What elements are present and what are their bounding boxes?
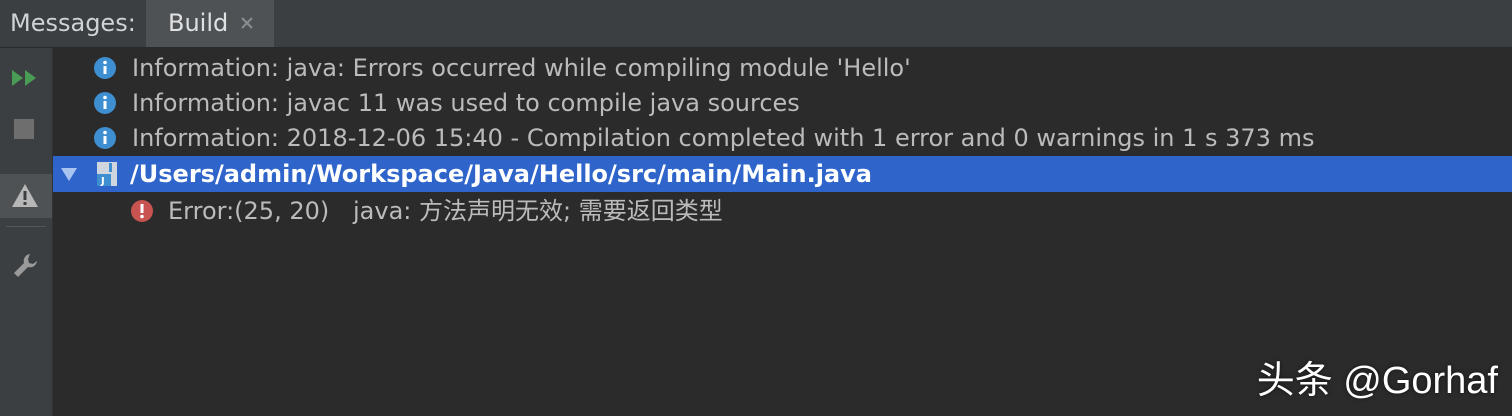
file-node-row[interactable]: J /Users/admin/Workspace/Java/Hello/src/… bbox=[53, 156, 1512, 192]
info-icon bbox=[94, 127, 116, 149]
stop-icon bbox=[14, 119, 34, 139]
file-path: /Users/admin/Workspace/Java/Hello/src/ma… bbox=[130, 160, 872, 188]
tab-build-label: Build bbox=[168, 9, 229, 37]
toolbar-separator bbox=[6, 226, 46, 227]
info-message-text: Information: java: Errors occurred while… bbox=[132, 54, 911, 82]
tool-window-header: Messages: Build bbox=[0, 0, 1512, 48]
wrench-icon bbox=[14, 254, 37, 277]
info-icon bbox=[94, 92, 116, 114]
rerun-icon bbox=[12, 70, 36, 86]
error-message-row[interactable]: Error:(25, 20) java: 方法声明无效; 需要返回类型 bbox=[53, 193, 1512, 229]
info-message-row[interactable]: Information: javac 11 was used to compil… bbox=[53, 85, 1512, 121]
expand-arrow-icon[interactable] bbox=[61, 168, 77, 182]
close-icon[interactable] bbox=[236, 12, 258, 34]
info-message-row[interactable]: Information: java: Errors occurred while… bbox=[53, 50, 1512, 86]
info-message-text: Information: javac 11 was used to compil… bbox=[132, 89, 800, 117]
tab-build[interactable]: Build bbox=[146, 0, 274, 47]
warning-filter-icon bbox=[12, 184, 38, 207]
error-icon bbox=[131, 200, 153, 222]
watermark: 头条 @Gorhaf bbox=[1256, 360, 1498, 402]
left-toolbar bbox=[0, 48, 53, 416]
error-text: java: 方法声明无效; 需要返回类型 bbox=[353, 197, 723, 225]
warning-filter-button[interactable] bbox=[0, 174, 52, 218]
info-message-text: Information: 2018-12-06 15:40 - Compilat… bbox=[132, 124, 1315, 152]
settings-button[interactable] bbox=[0, 242, 52, 286]
java-file-icon: J bbox=[97, 162, 117, 187]
rerun-button[interactable] bbox=[0, 56, 52, 100]
info-icon bbox=[94, 57, 116, 79]
stop-button[interactable] bbox=[0, 108, 52, 152]
info-message-row[interactable]: Information: 2018-12-06 15:40 - Compilat… bbox=[53, 120, 1512, 156]
messages-label: Messages: bbox=[10, 9, 136, 37]
error-location: Error:(25, 20) bbox=[168, 197, 330, 225]
svg-text:J: J bbox=[100, 176, 105, 187]
